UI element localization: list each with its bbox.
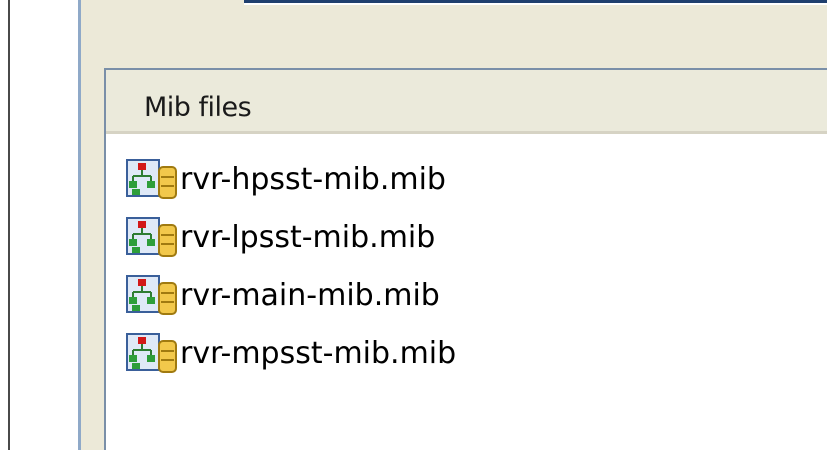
mib-file-icon [126,217,178,257]
column-header-label: Mib files [144,92,252,123]
screen: Mib files rvr-hpsst-mib.mib rvr-lpsst-mi… [0,0,827,450]
mib-file-icon [126,333,178,373]
mib-file-icon [126,275,178,315]
mib-file-icon [126,159,178,199]
file-name: rvr-lpsst-mib.mib [180,219,436,255]
mib-files-list[interactable]: Mib files rvr-hpsst-mib.mib rvr-lpsst-mi… [104,68,827,450]
list-item[interactable]: rvr-mpsst-mib.mib [126,324,456,382]
file-name: rvr-mpsst-mib.mib [180,335,457,371]
list-item[interactable]: rvr-lpsst-mib.mib [126,208,456,266]
file-name: rvr-main-mib.mib [180,277,440,313]
left-pane [10,0,78,450]
column-header-mib-files[interactable]: Mib files [106,70,827,134]
list-item[interactable]: rvr-main-mib.mib [126,266,456,324]
list-item[interactable]: rvr-hpsst-mib.mib [126,150,456,208]
list-rows: rvr-hpsst-mib.mib rvr-lpsst-mib.mib rvr-… [126,150,456,382]
panel-top-highlight [244,3,827,5]
file-name: rvr-hpsst-mib.mib [180,161,446,197]
